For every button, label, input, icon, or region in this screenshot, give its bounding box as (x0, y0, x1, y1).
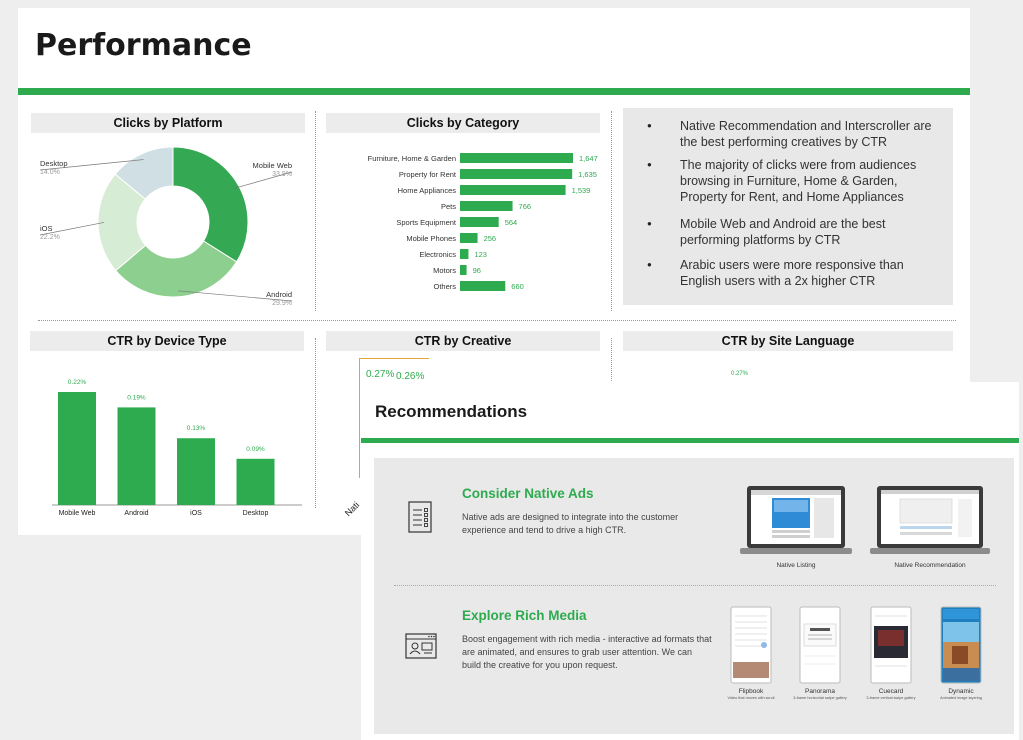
rec-text-native-ads: Native ads are designed to integrate int… (462, 512, 679, 535)
vertical-divider (315, 111, 316, 311)
ctr-by-device-header: CTR by Device Type (30, 331, 304, 351)
recommendations-title: Recommendations (375, 402, 528, 421)
subcaption-cuecard: 3-frame vertical swipe gallery (866, 696, 916, 700)
caption-native-recommendation: Native Recommendation (894, 562, 966, 569)
device-category-label: Android (124, 510, 148, 517)
device-category-label: iOS (190, 510, 202, 517)
device-bar (117, 407, 156, 505)
vertical-divider (611, 111, 612, 311)
insight-bullet: Native Recommendation and Interscroller … (643, 118, 943, 150)
caption-panorama: Panorama (805, 688, 835, 695)
rec-text-rich-media: Boost engagement with rich media - inter… (462, 634, 712, 670)
language-value-label: 0.27% (731, 371, 749, 377)
dynamic-phone-image (940, 606, 982, 684)
category-bar (460, 249, 469, 259)
category-label: Pets (441, 202, 456, 211)
insight-bullet: The majority of clicks were from audienc… (643, 157, 943, 205)
cuecard-phone-image (870, 606, 912, 684)
category-bar (460, 281, 506, 291)
title-accent-bar (361, 438, 1019, 443)
category-bar (460, 169, 573, 179)
browser-media-icon (405, 633, 437, 659)
category-label: Mobile Phones (406, 234, 456, 243)
page-title: Performance (35, 28, 252, 63)
category-label: Motors (433, 266, 456, 275)
device-bar (236, 458, 275, 505)
clicks-by-platform-header: Clicks by Platform (31, 113, 305, 133)
creative-value-label: 0.26% (396, 371, 425, 382)
horizontal-divider (38, 320, 956, 321)
category-value-label: 1,647 (579, 154, 598, 163)
category-label: Others (433, 282, 456, 291)
subcaption-dynamic: Animated image layering (940, 696, 982, 700)
category-bar (460, 265, 467, 275)
panorama-phone-image (799, 606, 841, 684)
category-bar (460, 233, 478, 243)
insight-bullet: Arabic users were more responsive than E… (643, 257, 943, 289)
subcaption-flipbook: Video that moves with scroll (727, 696, 775, 700)
subcaption-panorama: 3-frame horizontal swipe gallery (793, 696, 847, 700)
list-document-icon (408, 501, 432, 533)
vertical-divider (611, 338, 612, 383)
ctr-by-device-chart: 0.22% Mobile Web 0.19% Android 0.13% iOS 0.09%… (52, 379, 302, 517)
caption-flipbook: Flipbook (738, 688, 764, 695)
category-bar (460, 153, 573, 163)
vertical-divider (315, 338, 316, 508)
category-label: Property for Rent (399, 170, 457, 179)
insights-box: Native Recommendation and Interscroller … (623, 108, 953, 305)
device-bar (177, 438, 215, 505)
category-value-label: 96 (473, 266, 481, 275)
device-category-label: Mobile Web (59, 510, 96, 517)
category-label: Furniture, Home & Garden (368, 154, 456, 163)
rec-title-rich-media: Explore Rich Media (462, 608, 587, 623)
category-bar (460, 185, 566, 195)
category-value-label: 766 (519, 202, 532, 211)
creative-axis-label: Nati (342, 499, 362, 519)
category-value-label: 564 (505, 218, 518, 227)
device-value-label: 0.22% (68, 379, 87, 386)
clicks-by-category-chart: Furniture, Home & Garden 1,647 Property fo… (368, 153, 598, 291)
donut-label: iOS (40, 224, 53, 233)
caption-dynamic: Dynamic (948, 688, 974, 695)
insight-bullet: Mobile Web and Android are the best perf… (643, 216, 943, 248)
device-value-label: 0.09% (246, 446, 265, 453)
donut-label: Android (266, 290, 292, 299)
category-bar (460, 217, 499, 227)
category-value-label: 660 (511, 282, 524, 291)
donut-label: Mobile Web (253, 161, 292, 170)
category-value-label: 123 (474, 250, 487, 259)
flipbook-phone-image (730, 606, 772, 684)
category-label: Electronics (419, 250, 456, 259)
clicks-by-category-header: Clicks by Category (326, 113, 600, 133)
donut-value-label: 29.9% (272, 300, 292, 307)
category-label: Sports Equipment (396, 218, 457, 227)
donut-label: Desktop (40, 159, 68, 168)
creative-value-label: 0.27% (366, 369, 395, 380)
recommendations-slide: Recommendations Consider Native Ads Nati… (361, 382, 1019, 740)
device-bar (58, 392, 96, 505)
category-bar (460, 201, 513, 211)
recommendations-panel: Consider Native Ads Native ads are desig… (374, 458, 1014, 734)
title-accent-bar (18, 88, 970, 95)
recommendations-divider (394, 585, 996, 586)
caption-native-listing: Native Listing (776, 562, 816, 569)
category-value-label: 1,539 (572, 186, 591, 195)
device-category-label: Desktop (243, 510, 269, 517)
category-value-label: 256 (484, 234, 497, 243)
caption-cuecard: Cuecard (878, 688, 904, 695)
device-value-label: 0.13% (187, 425, 206, 432)
rec-title-native-ads: Consider Native Ads (462, 486, 594, 501)
clicks-by-platform-chart: Mobile Web33.9% Android29.9% iOS22.2% Deskt… (39, 146, 293, 307)
native-recommendation-laptop-image (870, 486, 990, 554)
donut-value-label: 14.0% (40, 169, 60, 176)
category-value-label: 1,635 (578, 170, 597, 179)
category-label: Home Appliances (398, 186, 457, 195)
ctr-by-language-header: CTR by Site Language (623, 331, 953, 351)
donut-value-label: 33.9% (272, 171, 292, 178)
donut-slice-mobile-web (172, 146, 249, 263)
donut-value-label: 22.2% (40, 234, 60, 241)
device-value-label: 0.19% (127, 394, 146, 401)
ctr-by-creative-header: CTR by Creative (326, 331, 600, 351)
native-listing-laptop-image (740, 486, 852, 554)
